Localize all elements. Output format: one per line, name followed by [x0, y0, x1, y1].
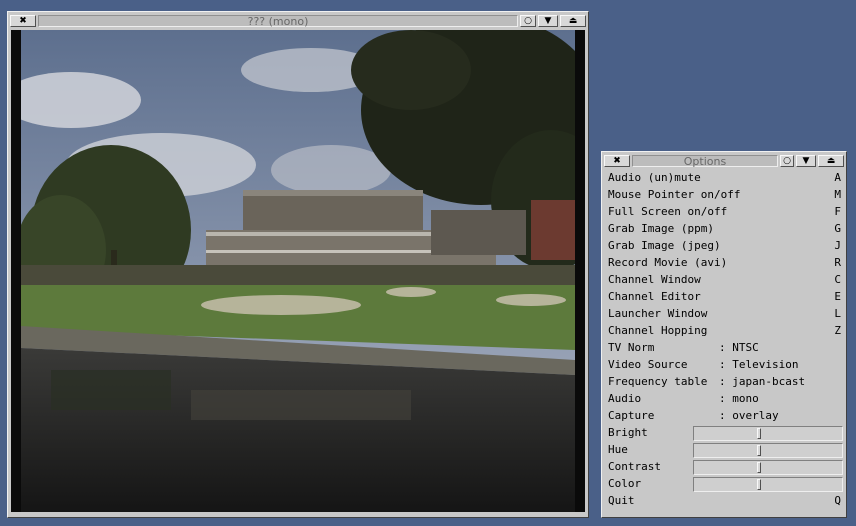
slider-label: Bright	[608, 426, 648, 439]
menu-item-label: Channel Hopping	[608, 324, 708, 337]
menu-item-grab-jpeg[interactable]: Grab Image (jpeg) J	[605, 237, 843, 254]
slider-label: Hue	[608, 443, 628, 456]
menu-item-label: Full Screen on/off	[608, 205, 728, 218]
options-menu: Audio (un)mute A Mouse Pointer on/off M Fu…	[605, 169, 843, 509]
shortcut-key: Z	[834, 324, 841, 337]
maximize-icon[interactable]: ⏏	[818, 155, 844, 167]
window-menu-icon[interactable]: ▼	[538, 15, 558, 27]
menu-item-channel-editor[interactable]: Channel Editor E	[605, 288, 843, 305]
slider-bright: Bright	[605, 424, 843, 441]
shortcut-key: F	[834, 205, 841, 218]
shortcut-key: L	[834, 307, 841, 320]
menu-item-label: Grab Image (jpeg)	[608, 239, 721, 252]
color-slider-track[interactable]	[693, 476, 843, 492]
menu-item-quit[interactable]: Quit Q	[605, 492, 843, 509]
shortcut-key: R	[834, 256, 841, 269]
shortcut-key: C	[834, 273, 841, 286]
menu-item-label: Channel Window	[608, 273, 701, 286]
window-title[interactable]: Options	[632, 155, 778, 168]
menu-item-grab-ppm[interactable]: Grab Image (ppm) G	[605, 220, 843, 237]
close-icon[interactable]: ✖	[10, 15, 36, 27]
shortcut-key: M	[834, 188, 841, 201]
menu-item-label: Grab Image (ppm)	[608, 222, 714, 235]
setting-label: Video Source	[608, 358, 688, 371]
iconify-icon[interactable]: ○	[520, 15, 536, 27]
window-menu-icon[interactable]: ▼	[796, 155, 816, 167]
shortcut-key: E	[834, 290, 841, 303]
shortcut-key: A	[834, 171, 841, 184]
options-window: ✖ Options ○ ▼ ⏏ Audio (un)mute A Mouse Po…	[601, 151, 847, 518]
bright-slider-track[interactable]	[693, 425, 843, 441]
setting-audio[interactable]: Audio : mono	[605, 390, 843, 407]
menu-item-label: Audio (un)mute	[608, 171, 701, 184]
menu-item-audio-mute[interactable]: Audio (un)mute A	[605, 169, 843, 186]
menu-item-launcher-window[interactable]: Launcher Window L	[605, 305, 843, 322]
tv-video-display[interactable]	[11, 30, 585, 512]
slider-contrast: Contrast	[605, 458, 843, 475]
slider-hue: Hue	[605, 441, 843, 458]
menu-item-label: Quit	[608, 494, 635, 507]
menu-item-label: Launcher Window	[608, 307, 708, 320]
menu-item-label: Channel Editor	[608, 290, 701, 303]
menu-item-record-movie[interactable]: Record Movie (avi) R	[605, 254, 843, 271]
slider-thumb[interactable]	[757, 461, 761, 473]
shortcut-key: G	[834, 222, 841, 235]
close-icon[interactable]: ✖	[604, 155, 630, 167]
slider-color: Color	[605, 475, 843, 492]
setting-capture[interactable]: Capture : overlay	[605, 407, 843, 424]
setting-label: Audio	[608, 392, 642, 405]
setting-value: : japan-bcast	[719, 375, 806, 388]
window-title[interactable]: ??? (mono)	[38, 15, 518, 28]
video-window: ✖ ??? (mono) ○ ▼ ⏏	[7, 11, 589, 518]
setting-label: Capture	[608, 409, 655, 422]
setting-value: : Television	[719, 358, 799, 371]
menu-item-channel-hopping[interactable]: Channel Hopping Z	[605, 322, 843, 339]
hue-slider-track[interactable]	[693, 442, 843, 458]
setting-frequency-table[interactable]: Frequency table : japan-bcast	[605, 373, 843, 390]
menu-item-mouse-pointer[interactable]: Mouse Pointer on/off M	[605, 186, 843, 203]
slider-label: Contrast	[608, 460, 661, 473]
setting-label: Frequency table	[608, 375, 708, 388]
golf-course-video-frame	[11, 30, 585, 512]
setting-label: TV Norm	[608, 341, 655, 354]
options-window-titlebar[interactable]: ✖ Options ○ ▼ ⏏	[604, 154, 844, 168]
setting-tv-norm[interactable]: TV Norm : NTSC	[605, 339, 843, 356]
menu-item-full-screen[interactable]: Full Screen on/off F	[605, 203, 843, 220]
setting-value: : mono	[719, 392, 759, 405]
menu-item-label: Record Movie (avi)	[608, 256, 728, 269]
menu-item-channel-window[interactable]: Channel Window C	[605, 271, 843, 288]
maximize-icon[interactable]: ⏏	[560, 15, 586, 27]
iconify-icon[interactable]: ○	[780, 155, 794, 167]
shortcut-key: J	[834, 239, 841, 252]
shortcut-key: Q	[834, 494, 841, 507]
slider-label: Color	[608, 477, 642, 490]
setting-video-source[interactable]: Video Source : Television	[605, 356, 843, 373]
setting-value: : overlay	[719, 409, 779, 422]
menu-item-label: Mouse Pointer on/off	[608, 188, 741, 201]
slider-thumb[interactable]	[757, 427, 761, 439]
slider-thumb[interactable]	[757, 444, 761, 456]
video-window-titlebar[interactable]: ✖ ??? (mono) ○ ▼ ⏏	[10, 14, 586, 28]
slider-thumb[interactable]	[757, 478, 761, 490]
contrast-slider-track[interactable]	[693, 459, 843, 475]
setting-value: : NTSC	[719, 341, 759, 354]
